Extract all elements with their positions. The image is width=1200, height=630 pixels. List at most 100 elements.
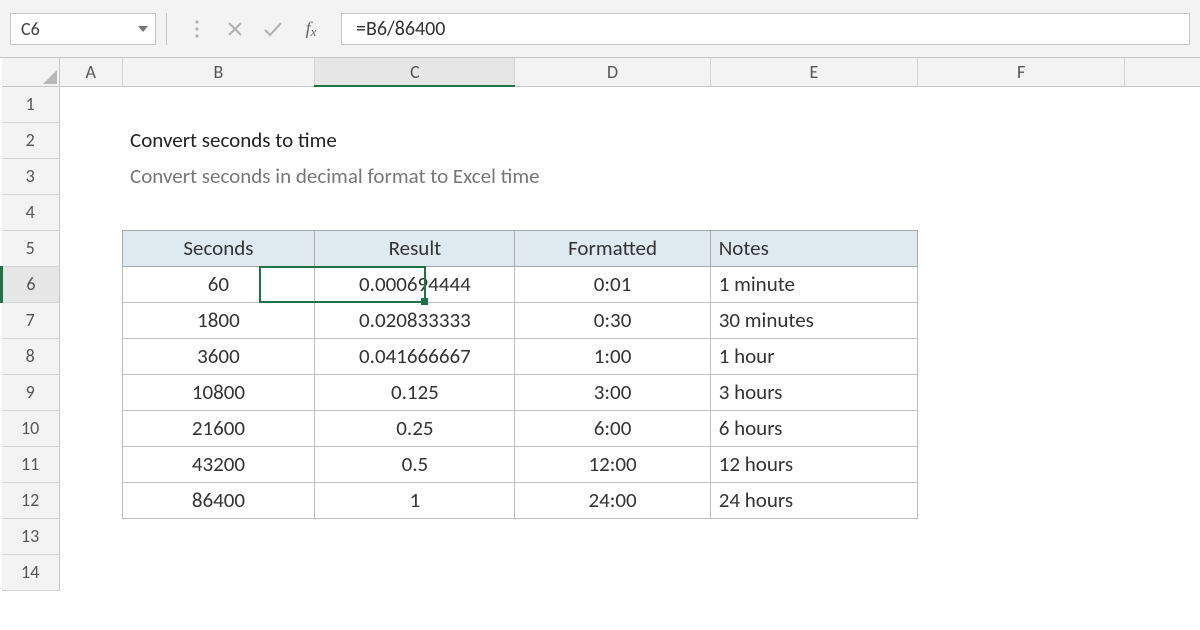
cell[interactable] [59, 158, 122, 194]
cell[interactable] [315, 554, 515, 590]
name-box[interactable]: C6 [11, 14, 131, 44]
cell[interactable] [59, 518, 122, 554]
cell[interactable] [918, 518, 1125, 554]
spreadsheet[interactable]: A B C D E F G H 1 2 Convert seconds to t… [0, 58, 1200, 591]
hdr-formatted[interactable]: Formatted [515, 230, 710, 266]
row-header-3[interactable]: 3 [2, 158, 60, 194]
cell-formatted[interactable]: 6:00 [515, 410, 710, 446]
cell[interactable] [59, 446, 122, 482]
cell-result[interactable]: 0.020833333 [315, 302, 515, 338]
name-box-dropdown-icon[interactable] [131, 14, 155, 44]
cancel-icon[interactable] [223, 17, 247, 41]
cell[interactable] [59, 302, 122, 338]
cell-formatted[interactable]: 3:00 [515, 374, 710, 410]
cell-formatted[interactable]: 0:30 [515, 302, 710, 338]
cell[interactable] [59, 374, 122, 410]
cell-notes[interactable]: 1 minute [710, 266, 917, 302]
fx-icon[interactable]: fx [299, 17, 323, 41]
cell[interactable] [918, 446, 1125, 482]
cell[interactable] [122, 554, 315, 590]
cell[interactable] [918, 374, 1125, 410]
cell[interactable] [1125, 230, 1200, 266]
cell[interactable] [515, 518, 710, 554]
cell[interactable] [515, 554, 710, 590]
cell-notes[interactable]: 6 hours [710, 410, 917, 446]
row-header-5[interactable]: 5 [2, 230, 60, 266]
cell[interactable] [918, 86, 1125, 122]
row-header-13[interactable]: 13 [2, 518, 60, 554]
cell-seconds[interactable]: 3600 [122, 338, 315, 374]
cell-notes[interactable]: 24 hours [710, 482, 917, 518]
col-header-F[interactable]: F [918, 58, 1125, 86]
cell[interactable] [918, 338, 1125, 374]
grid-area[interactable]: A B C D E F G H 1 2 Convert seconds to t… [0, 58, 1200, 630]
formula-input[interactable]: =B6/86400 [341, 13, 1190, 45]
cell-notes[interactable]: 1 hour [710, 338, 917, 374]
title-cell[interactable]: Convert seconds to time [122, 122, 917, 158]
cell[interactable] [59, 122, 122, 158]
row-header-4[interactable]: 4 [2, 194, 60, 230]
cell-formatted[interactable]: 1:00 [515, 338, 710, 374]
cell[interactable] [918, 482, 1125, 518]
cell[interactable] [315, 86, 515, 122]
row-header-10[interactable]: 10 [2, 410, 60, 446]
col-header-B[interactable]: B [122, 58, 315, 86]
cell[interactable] [1125, 374, 1200, 410]
cell[interactable] [1125, 446, 1200, 482]
cell-seconds[interactable]: 10800 [122, 374, 315, 410]
cell[interactable] [59, 194, 122, 230]
cell[interactable] [710, 194, 917, 230]
col-header-G[interactable]: G [1125, 58, 1200, 86]
cell-seconds[interactable]: 43200 [122, 446, 315, 482]
cell[interactable] [918, 302, 1125, 338]
cell[interactable] [918, 554, 1125, 590]
cell-notes[interactable]: 3 hours [710, 374, 917, 410]
cell[interactable] [918, 266, 1125, 302]
cell[interactable] [59, 266, 122, 302]
cell[interactable] [1125, 338, 1200, 374]
cell[interactable] [515, 86, 710, 122]
row-header-11[interactable]: 11 [2, 446, 60, 482]
cell[interactable] [1125, 518, 1200, 554]
cell[interactable] [122, 518, 315, 554]
cell[interactable] [918, 410, 1125, 446]
row-header-1[interactable]: 1 [2, 86, 60, 122]
row-header-2[interactable]: 2 [2, 122, 60, 158]
row-header-8[interactable]: 8 [2, 338, 60, 374]
cell-result[interactable]: 1 [315, 482, 515, 518]
row-header-6[interactable]: 6 [2, 266, 60, 302]
more-icon[interactable] [185, 17, 209, 41]
cell[interactable] [1125, 302, 1200, 338]
cell[interactable] [59, 482, 122, 518]
cell[interactable] [315, 518, 515, 554]
cell[interactable] [59, 554, 122, 590]
cell-result[interactable]: 0.25 [315, 410, 515, 446]
cell[interactable] [918, 194, 1125, 230]
cell-result[interactable]: 0.5 [315, 446, 515, 482]
cell[interactable] [710, 86, 917, 122]
col-header-D[interactable]: D [515, 58, 710, 86]
cell[interactable] [315, 194, 515, 230]
cell[interactable] [918, 122, 1125, 158]
cell-notes[interactable]: 30 minutes [710, 302, 917, 338]
cell[interactable] [1125, 554, 1200, 590]
cell-seconds[interactable]: 60 [122, 266, 315, 302]
cell[interactable] [59, 86, 122, 122]
col-header-A[interactable]: A [59, 58, 122, 86]
hdr-notes[interactable]: Notes [710, 230, 917, 266]
cell[interactable] [918, 230, 1125, 266]
col-header-C[interactable]: C [315, 58, 515, 86]
cell-formatted[interactable]: 12:00 [515, 446, 710, 482]
cell-formatted[interactable]: 0:01 [515, 266, 710, 302]
cell-formatted[interactable]: 24:00 [515, 482, 710, 518]
col-header-E[interactable]: E [710, 58, 917, 86]
cell[interactable] [1125, 122, 1200, 158]
cell[interactable] [1125, 266, 1200, 302]
cell[interactable] [59, 338, 122, 374]
cell-result[interactable]: 0.041666667 [315, 338, 515, 374]
cell[interactable] [122, 194, 315, 230]
enter-icon[interactable] [261, 17, 285, 41]
cell[interactable] [1125, 194, 1200, 230]
cell-seconds[interactable]: 86400 [122, 482, 315, 518]
hdr-result[interactable]: Result [315, 230, 515, 266]
